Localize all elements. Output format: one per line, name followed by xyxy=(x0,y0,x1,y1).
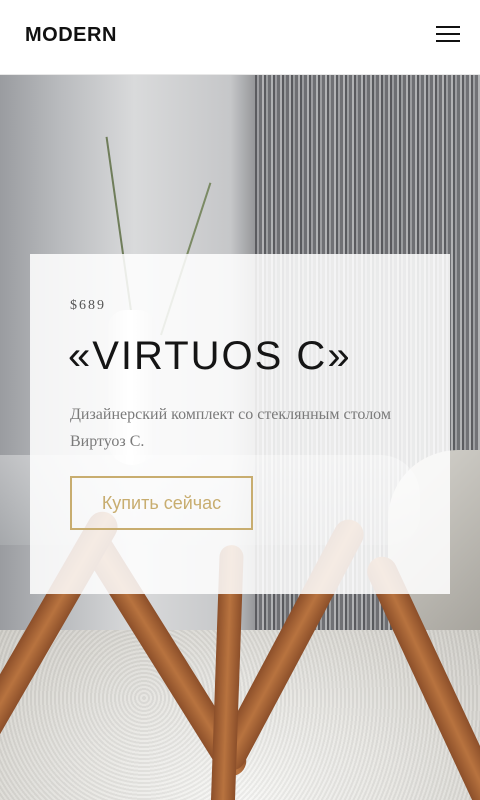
brand-logo[interactable]: MODERN xyxy=(25,24,117,47)
menu-button[interactable] xyxy=(432,22,464,48)
site-header: MODERN xyxy=(0,0,480,75)
product-price: $689 xyxy=(70,298,106,313)
product-title: «VIRTUOS C» xyxy=(68,334,352,378)
buy-now-button[interactable]: Купить сейчас xyxy=(70,476,253,530)
product-card: $689 «VIRTUOS C» Дизайнерский комплект с… xyxy=(30,254,450,594)
hamburger-menu-icon xyxy=(436,40,460,42)
hamburger-menu-icon xyxy=(436,26,460,28)
hamburger-menu-icon xyxy=(436,33,460,35)
product-description: Дизайнерский комплект со стеклянным стол… xyxy=(70,406,391,450)
